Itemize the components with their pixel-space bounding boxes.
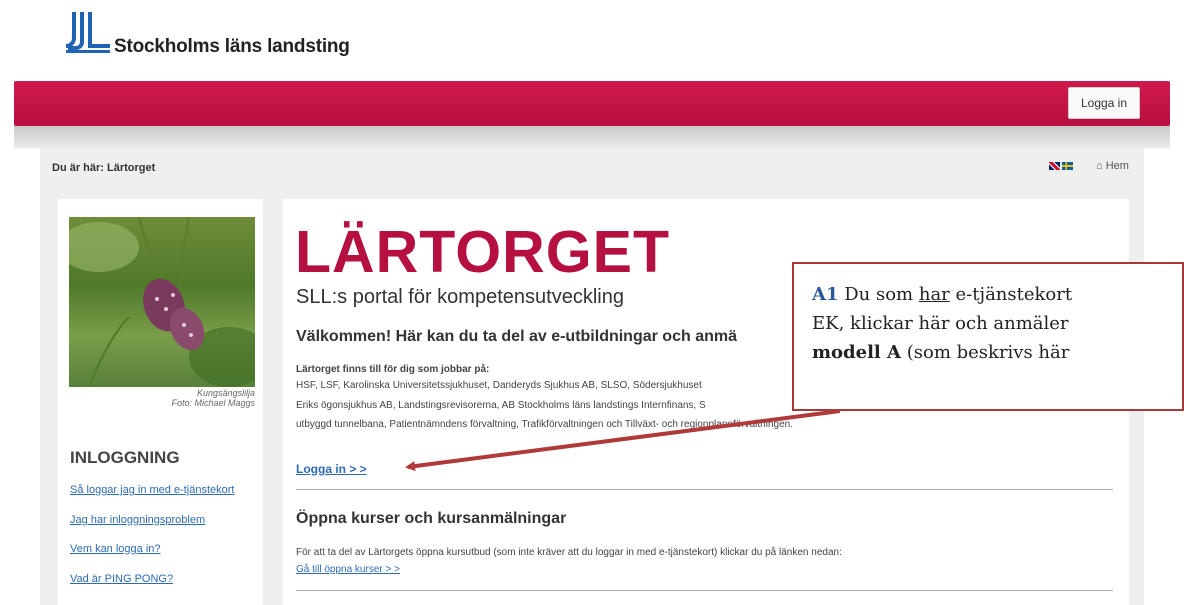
header-shadow	[14, 126, 1170, 148]
login-heading: INLOGGNING	[70, 448, 180, 467]
annotation-underlined: har	[918, 284, 950, 305]
org-list-line-2: Eriks ögonsjukhus AB, Landstingsrevisore…	[296, 400, 706, 411]
annotation-line-2: EK, klickar här och anmäler	[812, 313, 1069, 334]
sidebar-link-who-can-login[interactable]: Vem kan logga in?	[70, 543, 161, 555]
org-list-line-1: HSF, LSF, Karolinska Universitetssjukhus…	[296, 380, 702, 391]
caption-credit: Foto: Michael Maggs	[171, 398, 255, 408]
page-title: LÄRTORGET	[295, 219, 671, 285]
flower-photo	[69, 217, 255, 387]
home-icon: ⌂	[1096, 160, 1103, 172]
annotation-callout: A1 Du som har e-tjänstekort EK, klickar …	[792, 262, 1184, 411]
sll-logo[interactable]: Stockholms läns landsting	[65, 10, 386, 62]
language-switcher	[1049, 162, 1073, 170]
welcome-heading: Välkommen! Här kan du ta del av e-utbild…	[296, 328, 737, 345]
open-courses-text: För att ta del av Lärtorgets öppna kursu…	[296, 547, 842, 558]
home-link[interactable]: ⌂ Hem	[1096, 160, 1129, 172]
login-link[interactable]: Logga in > >	[296, 462, 367, 476]
open-courses-link[interactable]: Gå till öppna kurser > >	[296, 564, 400, 575]
photo-caption: Kungsängslilja Foto: Michael Maggs	[69, 388, 255, 408]
annotation-text: Du som	[844, 284, 914, 305]
divider	[296, 590, 1113, 591]
annotation-line-3: modell A (som beskrivs här	[812, 338, 1182, 367]
page-subtitle: SLL:s portal för kompetensutveckling	[296, 286, 624, 308]
org-list-line-3: utbyggd tunnelbana, Patientnämndens förv…	[296, 419, 793, 430]
caption-title: Kungsängslilja	[196, 388, 255, 398]
sidebar-link-how-to-login[interactable]: Så loggar jag in med e-tjänstekort	[70, 484, 234, 496]
annotation-text: e-tjänstekort	[955, 284, 1073, 305]
sidebar-link-login-problems[interactable]: Jag har inloggningsproblem	[70, 514, 205, 526]
annotation-line-1: A1 Du som har e-tjänstekort	[812, 280, 1182, 309]
open-courses-heading: Öppna kurser och kursanmälningar	[296, 510, 567, 527]
for-you-label: Lärtorget finns till för dig som jobbar …	[296, 364, 490, 375]
divider	[296, 489, 1113, 490]
annotation-bold: modell A	[812, 342, 901, 363]
sidebar-link-ping-pong[interactable]: Vad är PING PONG?	[70, 573, 173, 585]
breadcrumb: Du är här: Lärtorget	[52, 162, 156, 174]
logo-text: Stockholms läns landsting	[114, 36, 350, 57]
swedish-flag-icon[interactable]	[1062, 162, 1073, 170]
login-button[interactable]: Logga in	[1068, 87, 1140, 119]
annotation-text: (som beskrivs här	[906, 342, 1070, 363]
annotation-label: A1	[812, 284, 839, 305]
english-flag-icon[interactable]	[1049, 162, 1060, 170]
sll-logo-icon	[65, 12, 110, 53]
home-label: Hem	[1105, 160, 1129, 172]
header-bar	[14, 81, 1170, 126]
